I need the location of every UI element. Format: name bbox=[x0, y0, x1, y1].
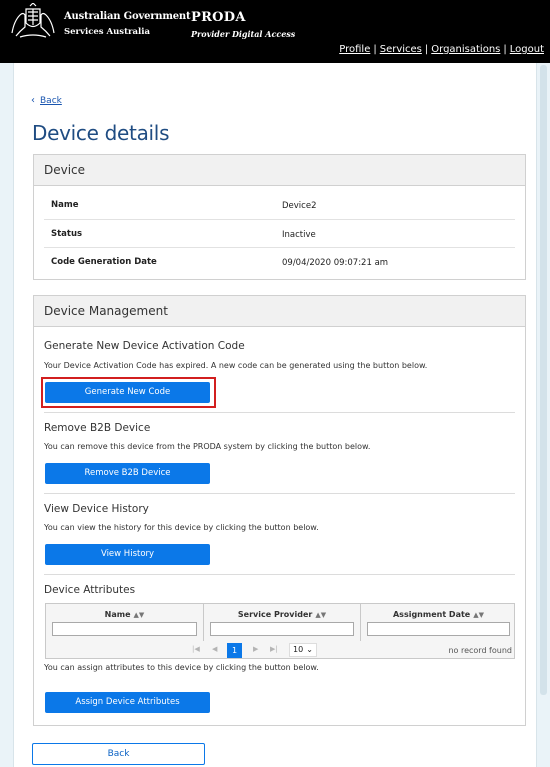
device-row-code-date: Code Generation Date 09/04/2020 09:07:21… bbox=[44, 247, 515, 275]
row-label: Name bbox=[51, 200, 79, 210]
assignment-date-filter-input[interactable] bbox=[367, 622, 510, 636]
site-header: Australian Government Services Australia… bbox=[0, 0, 550, 63]
row-value: 09/04/2020 09:07:21 am bbox=[282, 258, 389, 268]
first-page-icon[interactable]: |◀ bbox=[192, 645, 200, 653]
attributes-grid: Name ▲▼ Service Provider ▲▼ Assignment Dat… bbox=[45, 603, 515, 659]
scrollbar[interactable] bbox=[536, 63, 550, 767]
current-page-number[interactable]: 1 bbox=[227, 643, 242, 658]
page-title: Device details bbox=[32, 121, 170, 145]
grid-column-service-provider: Service Provider ▲▼ bbox=[203, 604, 360, 641]
chevron-down-icon: ⌄ bbox=[306, 645, 313, 654]
service-provider-filter-input[interactable] bbox=[210, 622, 354, 636]
view-history-heading: View Device History bbox=[44, 503, 149, 515]
sort-icon[interactable]: ▲▼ bbox=[134, 611, 145, 619]
device-row-status: Status Inactive bbox=[44, 219, 515, 247]
row-label: Code Generation Date bbox=[51, 257, 157, 267]
column-header-label: Name bbox=[104, 610, 131, 619]
top-nav: Profile | Services | Organisations | Logout bbox=[339, 44, 544, 55]
device-details-table: Name Device2 Status Inactive Code Genera… bbox=[44, 191, 515, 275]
last-page-icon[interactable]: ▶| bbox=[270, 645, 278, 653]
column-header-label: Assignment Date bbox=[392, 610, 471, 619]
view-history-button[interactable]: View History bbox=[45, 544, 210, 565]
prev-page-icon[interactable]: ◀ bbox=[212, 645, 217, 653]
section-divider bbox=[44, 412, 515, 413]
sort-icon[interactable]: ▲▼ bbox=[315, 611, 326, 619]
grid-pager: |◀ ◀ 1 ▶ ▶| 10 ⌄ no record found bbox=[46, 641, 514, 660]
assign-device-attributes-button[interactable]: Assign Device Attributes bbox=[45, 692, 210, 713]
nav-separator: | bbox=[373, 44, 377, 55]
scrollbar-thumb[interactable] bbox=[540, 65, 547, 695]
next-page-icon[interactable]: ▶ bbox=[253, 645, 258, 653]
device-management-panel: Device Management Generate New Device Ac… bbox=[33, 295, 526, 726]
nav-profile-link[interactable]: Profile bbox=[339, 44, 370, 55]
nav-separator: | bbox=[503, 44, 507, 55]
remove-device-heading: Remove B2B Device bbox=[44, 422, 151, 434]
row-value: Inactive bbox=[282, 230, 316, 240]
section-divider bbox=[44, 574, 515, 575]
coat-of-arms-logo bbox=[11, 3, 55, 38]
back-link-label: Back bbox=[40, 96, 62, 106]
row-label: Status bbox=[51, 229, 83, 239]
chevron-left-icon: ‹ bbox=[31, 95, 35, 106]
device-panel-title: Device bbox=[34, 155, 525, 186]
column-header-name[interactable]: Name ▲▼ bbox=[46, 610, 203, 619]
back-link[interactable]: ‹ Back bbox=[31, 95, 62, 106]
grid-column-assignment-date: Assignment Date ▲▼ bbox=[360, 604, 516, 641]
column-header-label: Service Provider bbox=[237, 610, 313, 619]
row-value: Device2 bbox=[282, 201, 317, 211]
view-history-description: You can view the history for this device… bbox=[44, 523, 319, 532]
back-button[interactable]: Back bbox=[32, 743, 205, 765]
sort-icon[interactable]: ▲▼ bbox=[473, 611, 484, 619]
government-name: Australian Government bbox=[64, 11, 191, 22]
app-name: PRODA bbox=[191, 10, 246, 25]
column-header-service-provider[interactable]: Service Provider ▲▼ bbox=[204, 610, 360, 619]
agency-name: Services Australia bbox=[64, 27, 150, 37]
nav-separator: | bbox=[424, 44, 429, 55]
device-attributes-heading: Device Attributes bbox=[44, 584, 136, 596]
column-header-assignment-date[interactable]: Assignment Date ▲▼ bbox=[361, 610, 516, 619]
management-panel-title: Device Management bbox=[34, 296, 525, 327]
nav-logout-link[interactable]: Logout bbox=[510, 44, 544, 55]
nav-services-link[interactable]: Services bbox=[380, 44, 422, 55]
no-records-text: no record found bbox=[448, 646, 512, 655]
nav-organisations-link[interactable]: Organisations bbox=[431, 44, 500, 55]
device-row-name: Name Device2 bbox=[44, 191, 515, 219]
assign-attributes-description: You can assign attributes to this device… bbox=[44, 663, 319, 672]
page-size-value: 10 bbox=[293, 645, 304, 654]
app-subtitle: Provider Digital Access bbox=[191, 29, 296, 39]
remove-b2b-device-button[interactable]: Remove B2B Device bbox=[45, 463, 210, 484]
generate-code-heading: Generate New Device Activation Code bbox=[44, 340, 245, 352]
remove-device-description: You can remove this device from the PROD… bbox=[44, 442, 371, 451]
name-filter-input[interactable] bbox=[52, 622, 197, 636]
left-gutter bbox=[0, 63, 14, 767]
generate-new-code-button[interactable]: Generate New Code bbox=[45, 382, 210, 403]
grid-column-name: Name ▲▼ bbox=[46, 604, 203, 641]
generate-code-description: Your Device Activation Code has expired.… bbox=[44, 361, 428, 370]
device-panel: Device Name Device2 Status Inactive Code… bbox=[33, 154, 526, 280]
page-size-select[interactable]: 10 ⌄ bbox=[289, 643, 317, 657]
section-divider bbox=[44, 493, 515, 494]
